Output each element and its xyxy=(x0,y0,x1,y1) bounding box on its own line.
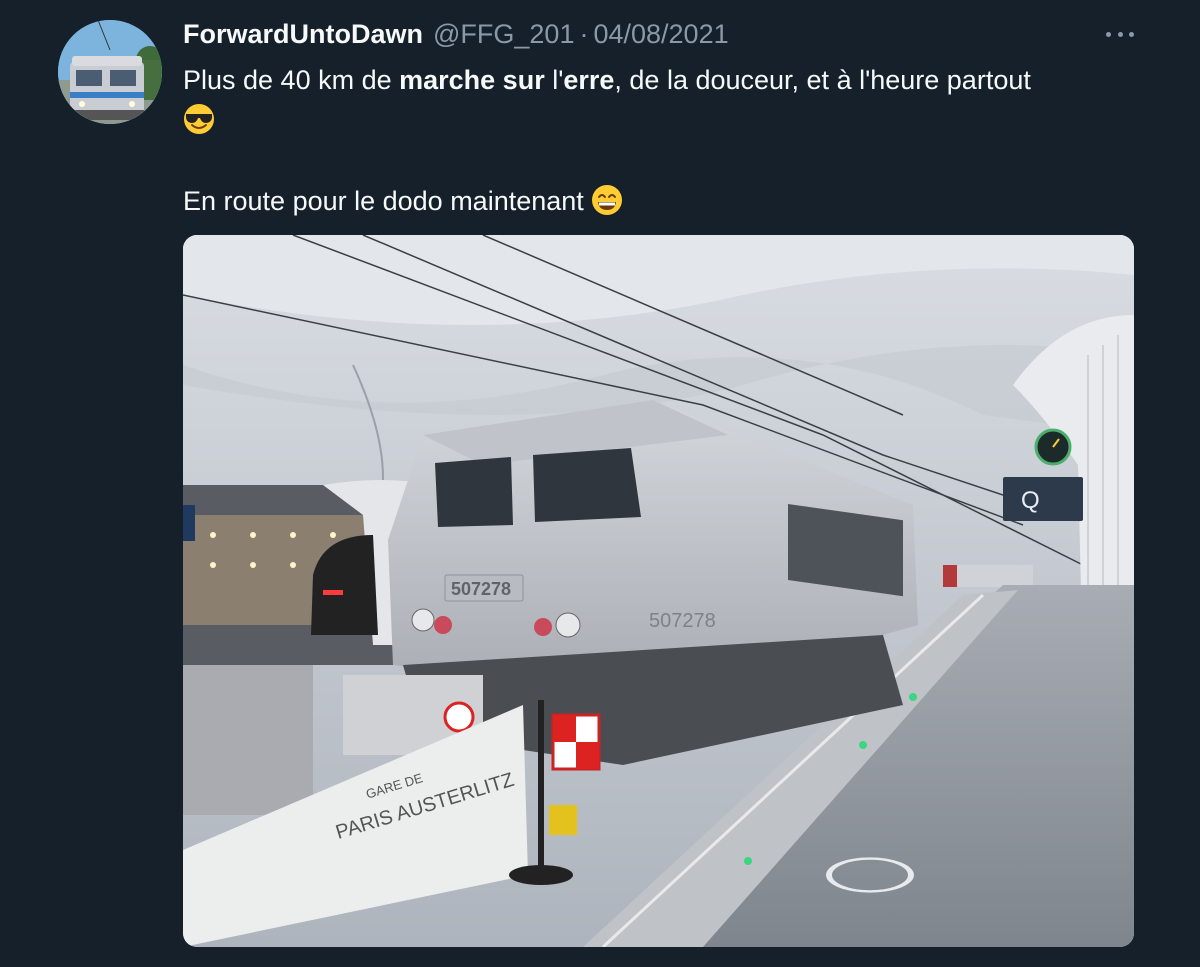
tweet-paragraph-1: Plus de 40 km de marche sur l'erre, de l… xyxy=(183,60,1143,100)
author-name[interactable]: ForwardUntoDawn xyxy=(183,19,423,50)
author-handle[interactable]: @FFG_201 xyxy=(433,19,574,50)
text-bold-segment: erre xyxy=(563,65,615,95)
tweet-date[interactable]: 04/08/2021 xyxy=(593,19,728,50)
tweet-header: ForwardUntoDawn @FFG_201 · 04/08/2021 xyxy=(183,16,729,52)
separator-dot: · xyxy=(579,18,589,49)
more-dot xyxy=(1117,31,1123,37)
tweet-card[interactable]: ForwardUntoDawn @FFG_201 · 04/08/2021 Pl… xyxy=(0,0,1200,967)
tweet-text: Plus de 40 km de marche sur l'erre, de l… xyxy=(183,60,1143,221)
station-photo: Q 507278 507278 GARE DE PARIS AUSTERLITZ xyxy=(183,235,1134,947)
smiling-face-with-sunglasses-icon xyxy=(184,104,214,134)
text-segment: Plus de 40 km de xyxy=(183,65,400,95)
tweet-paragraph-2: En route pour le dodo maintenant xyxy=(183,181,1143,221)
tweet-photo[interactable]: Q 507278 507278 GARE DE PARIS AUSTERLITZ xyxy=(183,235,1134,947)
text-segment: , de la douceur, et à l'heure partout xyxy=(614,65,1031,95)
beaming-face-icon xyxy=(592,185,623,215)
platform-sign-text: Q xyxy=(1021,487,1040,514)
more-dot xyxy=(1106,31,1111,37)
locomotive-number-side: 507278 xyxy=(649,610,716,632)
text-segment: En route pour le dodo maintenant xyxy=(183,186,592,216)
avatar-train-image xyxy=(58,20,162,124)
tweet-emoji-line xyxy=(183,100,1143,140)
text-bold-segment: marche sur xyxy=(399,65,545,95)
avatar[interactable] xyxy=(58,20,162,124)
more-dot xyxy=(1129,31,1134,37)
locomotive-number-front: 507278 xyxy=(451,579,511,599)
more-horizontal-icon[interactable] xyxy=(1102,22,1138,46)
text-segment: l' xyxy=(544,65,564,95)
